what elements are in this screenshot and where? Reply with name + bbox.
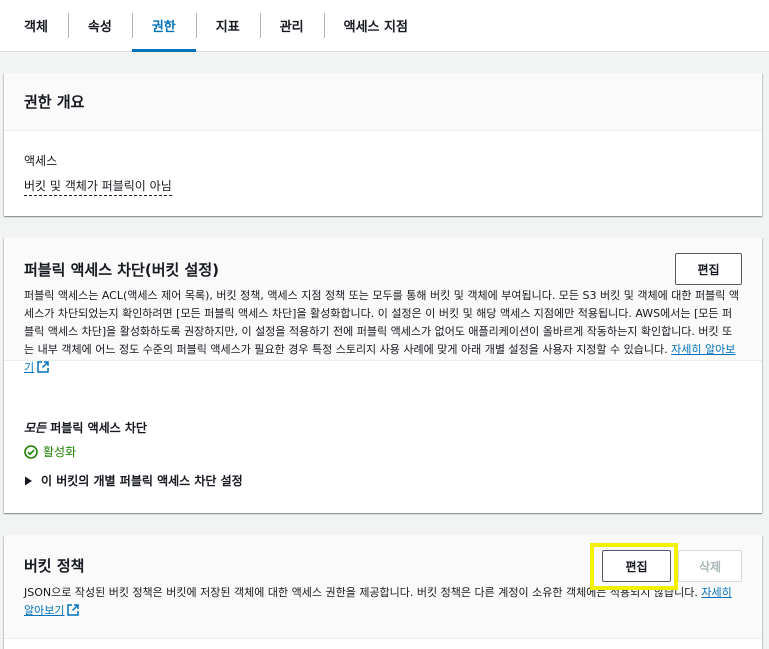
button-label: 편집 (625, 559, 648, 574)
individual-settings-expander[interactable]: 이 버킷의 개별 퍼블릭 액세스 차단 설정 (24, 472, 742, 489)
tab-properties[interactable]: 속성 (67, 0, 132, 51)
button-label: 편집 (697, 262, 720, 277)
external-link-icon (67, 604, 80, 616)
block-public-access-title: 퍼블릭 액세스 차단(버킷 설정) (24, 261, 219, 279)
tab-permissions[interactable]: 권한 (131, 0, 196, 52)
block-all-public-access-label: 모든 퍼블릭 액세스 차단 (24, 419, 742, 436)
tab-metrics[interactable]: 지표 (195, 0, 260, 51)
panel-header: 버킷 정책 JSON으로 작성된 버킷 정책은 버킷에 저장된 객체에 대한 액… (4, 535, 762, 639)
block-public-access-edit-button[interactable]: 편집 (675, 253, 742, 285)
panel-body: 모든 퍼블릭 액세스 차단 활성화 이 버킷의 개별 퍼블릭 액세스 차단 설정 (4, 361, 762, 489)
tab-label: 속성 (87, 20, 112, 35)
tab-objects[interactable]: 객체 (4, 0, 68, 51)
bucket-policy-delete-button[interactable]: 삭제 (678, 550, 742, 582)
bucket-policy-panel: 버킷 정책 JSON으로 작성된 버킷 정책은 버킷에 저장된 객체에 대한 액… (4, 535, 762, 649)
block-all-italic: 모든 (24, 421, 47, 435)
access-value[interactable]: 버킷 및 객체가 퍼블릭이 아님 (24, 177, 172, 196)
panel-header: 퍼블릭 액세스 차단(버킷 설정) 퍼블릭 액세스는 ACL(액세스 제어 목록… (4, 237, 762, 374)
status-text: 활성화 (43, 445, 77, 459)
panel-body: 액세스 버킷 및 객체가 퍼블릭이 아님 (4, 131, 762, 196)
tab-label: 관리 (279, 20, 304, 35)
tab-label: 권한 (151, 20, 176, 35)
block-public-access-panel: 퍼블릭 액세스 차단(버킷 설정) 퍼블릭 액세스는 ACL(액세스 제어 목록… (4, 237, 762, 513)
expander-label: 이 버킷의 개별 퍼블릭 액세스 차단 설정 (41, 474, 243, 488)
tab-label: 지표 (215, 20, 240, 35)
external-link-icon (37, 361, 49, 373)
status-enabled: 활성화 (24, 443, 742, 460)
description-text: 퍼블릭 액세스는 ACL(액세스 제어 목록), 버킷 정책, 액세스 지점 정… (24, 289, 739, 356)
bucket-policy-description: JSON으로 작성된 버킷 정책은 버킷에 저장된 객체에 대한 액세스 권한을… (24, 584, 742, 620)
description-text: JSON으로 작성된 버킷 정책은 버킷에 저장된 객체에 대한 액세스 권한을… (24, 586, 698, 599)
bucket-policy-edit-button[interactable]: 편집 (602, 550, 671, 582)
permissions-overview-panel: 권한 개요 액세스 버킷 및 객체가 퍼블릭이 아님 (4, 73, 762, 216)
block-public-access-description: 퍼블릭 액세스는 ACL(액세스 제어 목록), 버킷 정책, 액세스 지점 정… (24, 287, 742, 377)
block-all-rest: 퍼블릭 액세스 차단 (46, 421, 147, 435)
panel-header: 권한 개요 (4, 73, 762, 131)
check-circle-icon (24, 444, 38, 459)
tab-bar: 객체 속성 권한 지표 관리 액세스 지점 (0, 0, 769, 52)
button-label: 삭제 (698, 559, 722, 574)
tab-label: 객체 (24, 20, 48, 35)
caret-right-icon (25, 476, 32, 485)
tab-management[interactable]: 관리 (259, 0, 324, 51)
permissions-overview-title: 권한 개요 (24, 93, 85, 111)
tab-access-points[interactable]: 액세스 지점 (323, 0, 428, 51)
access-label: 액세스 (24, 154, 58, 168)
tab-label: 액세스 지점 (343, 20, 408, 35)
